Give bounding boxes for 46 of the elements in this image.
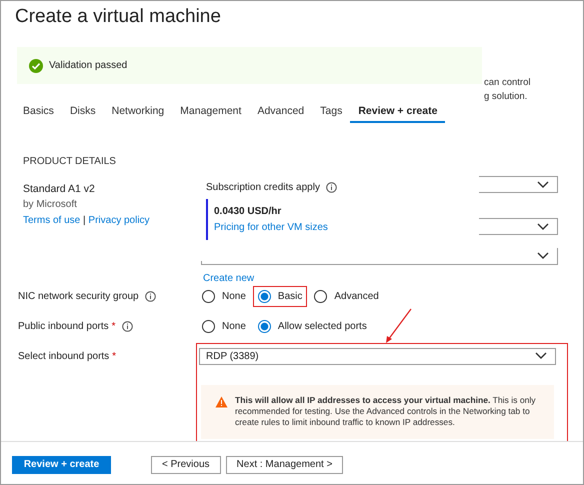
nav-button[interactable]: Next : Management > — [226, 456, 344, 474]
dropdown[interactable] — [479, 176, 558, 193]
radio-button[interactable]: Advanced — [314, 290, 379, 302]
description-text: g solution. — [484, 90, 528, 104]
validation-message: Validation passed — [49, 60, 128, 71]
tab[interactable]: Management — [172, 105, 250, 123]
tab[interactable]: Advanced — [249, 105, 312, 123]
terms-link[interactable]: Terms of use — [23, 215, 80, 226]
publisher-text: by Microsoft — [23, 198, 78, 212]
section-heading: PRODUCT DETAILS — [23, 156, 117, 167]
ports-dropdown[interactable]: RDP (3389) — [199, 348, 556, 364]
radio-button[interactable]: None — [202, 320, 246, 332]
field-label: NIC network security group — [18, 290, 139, 302]
tab[interactable]: Networking — [104, 105, 172, 123]
field-label: Public inbound ports — [18, 320, 109, 332]
warning-message: This will allow all IP addresses to access your virtual machine. This is only recommended for testing. Use the Advanced controls in the Networking tab to create rules to limit inbound traffic to known IP addresses. — [235, 395, 537, 429]
info-icon — [326, 182, 337, 193]
check-icon — [29, 58, 43, 72]
radio-button[interactable]: None — [202, 290, 246, 302]
nav-button[interactable]: < Previous — [151, 456, 221, 474]
privacy-link[interactable]: Privacy policy — [88, 215, 150, 226]
page-title: Create a virtual machine — [14, 5, 222, 29]
chevron-down-icon — [535, 352, 547, 360]
credits-note: Subscription credits apply — [206, 182, 320, 193]
tab[interactable]: Tags — [312, 105, 350, 123]
annotation-arrow — [384, 307, 414, 344]
radio-button[interactable]: Basic — [258, 290, 302, 302]
warning-icon — [215, 396, 228, 408]
create-new-link[interactable]: Create new — [203, 273, 254, 284]
pricing-link[interactable]: Pricing for other VM sizes — [214, 222, 328, 233]
review-create-button[interactable]: Review + create — [12, 456, 111, 474]
tab[interactable]: Review + create — [350, 105, 446, 123]
chevron-down-icon — [537, 180, 549, 188]
required-asterisk: * — [112, 350, 116, 362]
required-asterisk: * — [112, 320, 116, 332]
price-text: 0.0430 USD/hr — [214, 205, 282, 219]
dropdown[interactable] — [479, 218, 558, 235]
chevron-down-icon — [537, 222, 549, 230]
product-name: Standard A1 v2 — [23, 182, 96, 197]
radio-button[interactable]: Allow selected ports — [258, 320, 367, 332]
tab[interactable]: Disks — [62, 105, 104, 123]
field-label: Select inbound ports — [18, 350, 110, 362]
tab[interactable]: Basics — [15, 105, 62, 123]
chevron-down-icon — [537, 252, 549, 260]
separator-text: | — [83, 215, 86, 226]
description-text: can control — [484, 76, 530, 90]
